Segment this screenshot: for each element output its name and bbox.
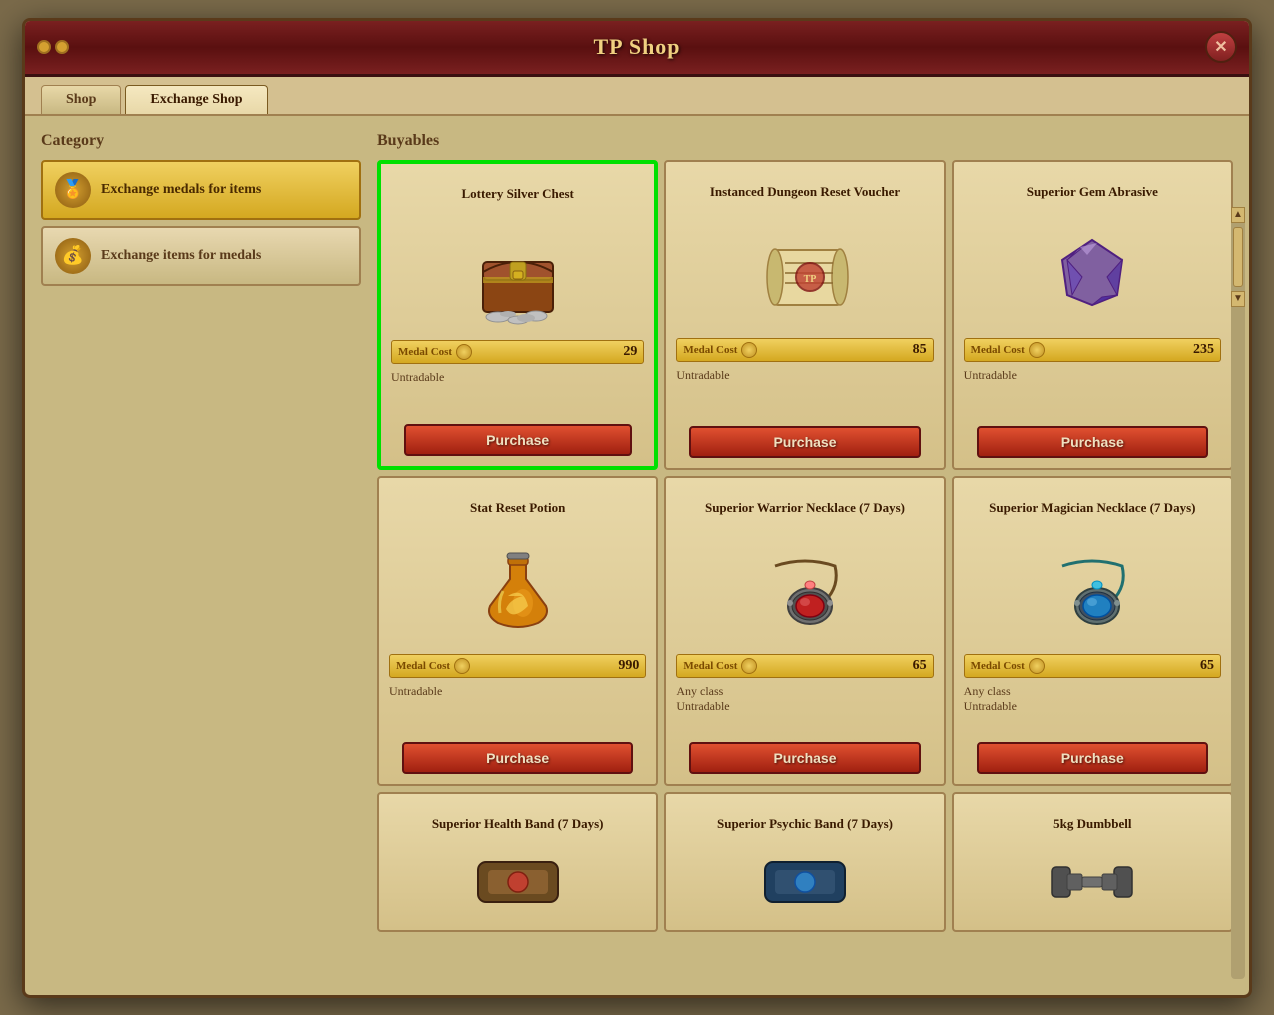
item-name-2: Superior Gem Abrasive bbox=[1027, 172, 1158, 212]
medal-cost-value-0: 29 bbox=[623, 344, 637, 360]
medal-cost-value-2: 235 bbox=[1193, 342, 1214, 358]
item-name-0: Lottery Silver Chest bbox=[461, 174, 573, 214]
item-card-dumbbell[interactable]: 5kg Dumbbell bbox=[952, 792, 1233, 932]
deco-circle-2 bbox=[55, 40, 69, 54]
medal-icon-5 bbox=[1029, 658, 1045, 674]
medal-cost-label-4: Medal Cost bbox=[683, 658, 757, 674]
medal-cost-value-3: 990 bbox=[618, 658, 639, 674]
item-desc-3: Untradable bbox=[389, 684, 646, 736]
purchase-button-5[interactable]: Purchase bbox=[977, 742, 1209, 774]
medal-cost-bar-3: Medal Cost 990 bbox=[389, 654, 646, 678]
medal-icon-4 bbox=[741, 658, 757, 674]
item-card-lottery-silver-chest[interactable]: Lottery Silver Chest bbox=[377, 160, 658, 470]
item-image-3 bbox=[463, 536, 573, 646]
item-name-4: Superior Warrior Necklace (7 Days) bbox=[705, 488, 905, 528]
title-bar: TP Shop ✕ bbox=[25, 21, 1249, 77]
item-desc-4: Any class Untradable bbox=[676, 684, 933, 736]
item-image-6 bbox=[463, 852, 573, 912]
medal-cost-value-4: 65 bbox=[913, 658, 927, 674]
main-content: Category 🏅 Exchange medals for items 💰 E… bbox=[25, 116, 1249, 948]
sidebar-item-exchange-items[interactable]: 💰 Exchange items for medals bbox=[41, 226, 361, 286]
item-desc-0: Untradable bbox=[391, 370, 644, 418]
item-image-7 bbox=[750, 852, 860, 912]
medal-cost-value-1: 85 bbox=[913, 342, 927, 358]
medal-cost-label-0: Medal Cost bbox=[398, 344, 472, 360]
item-card-stat-reset-potion[interactable]: Stat Reset Potion bbox=[377, 476, 658, 786]
title-decoration-left bbox=[37, 40, 69, 54]
scrollbar: ▲ ▼ bbox=[1231, 207, 1245, 979]
medal-cost-label-2: Medal Cost bbox=[971, 342, 1045, 358]
item-card-superior-gem-abrasive[interactable]: Superior Gem Abrasive bbox=[952, 160, 1233, 470]
medal-cost-label-3: Medal Cost bbox=[396, 658, 470, 674]
purchase-button-1[interactable]: Purchase bbox=[689, 426, 921, 458]
item-card-psychic-band[interactable]: Superior Psychic Band (7 Days) bbox=[664, 792, 945, 932]
medal-icon-3 bbox=[454, 658, 470, 674]
scroll-thumb[interactable] bbox=[1233, 227, 1243, 287]
item-name-1: Instanced Dungeon Reset Voucher bbox=[710, 172, 900, 212]
item-image-1: TP bbox=[750, 220, 860, 330]
buyables-title: Buyables bbox=[377, 132, 1233, 150]
item-image-4 bbox=[750, 536, 860, 646]
medal-icon-0 bbox=[456, 344, 472, 360]
medal-cost-label-1: Medal Cost bbox=[683, 342, 757, 358]
medal-cost-label-5: Medal Cost bbox=[971, 658, 1045, 674]
purchase-button-4[interactable]: Purchase bbox=[689, 742, 921, 774]
medal-cost-bar-2: Medal Cost 235 bbox=[964, 338, 1221, 362]
sidebar: Category 🏅 Exchange medals for items 💰 E… bbox=[41, 132, 361, 932]
item-image-0 bbox=[463, 222, 573, 332]
item-desc-5: Any class Untradable bbox=[964, 684, 1221, 736]
medal-cost-value-5: 65 bbox=[1200, 658, 1214, 674]
purchase-button-2[interactable]: Purchase bbox=[977, 426, 1209, 458]
window-title: TP Shop bbox=[593, 34, 680, 60]
scroll-down-button[interactable]: ▼ bbox=[1231, 291, 1245, 307]
item-desc-1: Untradable bbox=[676, 368, 933, 420]
item-card-health-band[interactable]: Superior Health Band (7 Days) bbox=[377, 792, 658, 932]
item-name-8: 5kg Dumbbell bbox=[1053, 804, 1131, 844]
item-name-3: Stat Reset Potion bbox=[470, 488, 565, 528]
medal-cost-bar-5: Medal Cost 65 bbox=[964, 654, 1221, 678]
item-desc-2: Untradable bbox=[964, 368, 1221, 420]
item-image-2 bbox=[1037, 220, 1147, 330]
exchange-items-icon: 💰 bbox=[55, 238, 91, 274]
svg-text:TP: TP bbox=[804, 274, 817, 285]
medal-icon-1 bbox=[741, 342, 757, 358]
deco-circle-1 bbox=[37, 40, 51, 54]
medal-cost-bar-0: Medal Cost 29 bbox=[391, 340, 644, 364]
item-name-5: Superior Magician Necklace (7 Days) bbox=[989, 488, 1195, 528]
medal-icon-2 bbox=[1029, 342, 1045, 358]
sidebar-item-exchange-medals[interactable]: 🏅 Exchange medals for items bbox=[41, 160, 361, 220]
item-card-dungeon-reset-voucher[interactable]: Instanced Dungeon Reset Voucher bbox=[664, 160, 945, 470]
tabs-bar: Shop Exchange Shop bbox=[25, 77, 1249, 116]
item-image-8 bbox=[1037, 852, 1147, 912]
medal-cost-bar-1: Medal Cost 85 bbox=[676, 338, 933, 362]
close-button[interactable]: ✕ bbox=[1205, 31, 1237, 63]
purchase-button-0[interactable]: Purchase bbox=[404, 424, 632, 456]
purchase-button-3[interactable]: Purchase bbox=[402, 742, 634, 774]
buyables-section: Buyables Lottery Silver Chest bbox=[377, 132, 1233, 932]
item-card-warrior-necklace[interactable]: Superior Warrior Necklace (7 Days) bbox=[664, 476, 945, 786]
scroll-up-button[interactable]: ▲ bbox=[1231, 207, 1245, 223]
main-window: TP Shop ✕ Shop Exchange Shop Category 🏅 … bbox=[22, 18, 1252, 998]
item-name-7: Superior Psychic Band (7 Days) bbox=[717, 804, 893, 844]
sidebar-title: Category bbox=[41, 132, 361, 150]
tab-exchange-shop[interactable]: Exchange Shop bbox=[125, 85, 267, 114]
item-card-magician-necklace[interactable]: Superior Magician Necklace (7 Days) bbox=[952, 476, 1233, 786]
item-name-6: Superior Health Band (7 Days) bbox=[432, 804, 604, 844]
medal-cost-bar-4: Medal Cost 65 bbox=[676, 654, 933, 678]
tab-shop[interactable]: Shop bbox=[41, 85, 121, 114]
item-image-5 bbox=[1037, 536, 1147, 646]
exchange-medals-icon: 🏅 bbox=[55, 172, 91, 208]
items-grid: Lottery Silver Chest bbox=[377, 160, 1233, 932]
